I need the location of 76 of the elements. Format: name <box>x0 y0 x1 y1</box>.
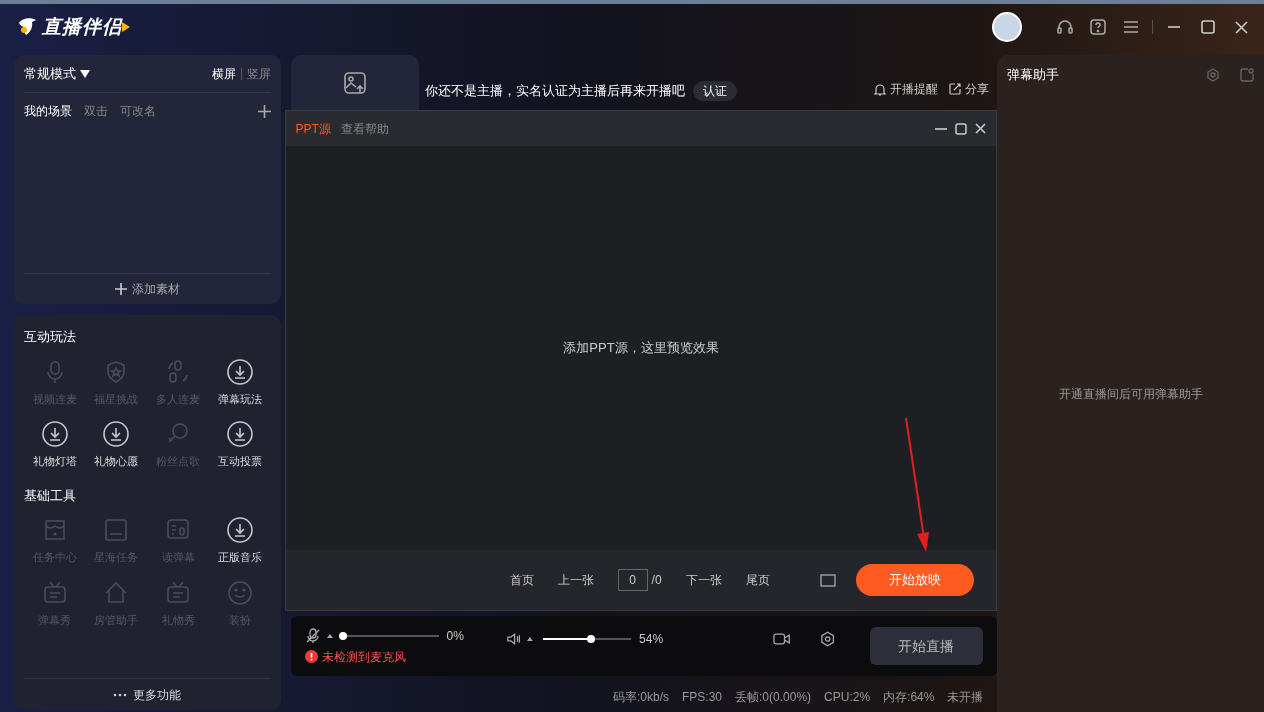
play-triangle-icon <box>122 22 130 32</box>
camera-icon[interactable] <box>820 631 836 647</box>
last-page-button[interactable]: 尾页 <box>745 571 770 589</box>
status-text: 码率:0kb/s <box>612 689 669 706</box>
status-text: 未开播 <box>947 689 984 706</box>
first-page-button[interactable]: 首页 <box>509 571 534 589</box>
dialog-tab[interactable]: 查看帮助 <box>340 119 389 138</box>
download-icon[interactable] <box>103 421 130 447</box>
share-icon[interactable] <box>948 82 963 96</box>
hint-text: 可改名 <box>120 103 156 120</box>
add-material-button[interactable]: 添加素材 <box>114 280 180 298</box>
slider-thumb[interactable] <box>586 635 595 643</box>
section-title: 互动玩法 <box>24 328 77 346</box>
caret-up-icon[interactable] <box>527 637 533 641</box>
orientation-tab[interactable]: 竖屏 <box>246 64 271 83</box>
maximize-icon[interactable] <box>955 122 968 135</box>
section-title: 基础工具 <box>24 486 77 505</box>
speaker-icon[interactable] <box>505 631 522 647</box>
maximize-icon[interactable] <box>1201 20 1215 34</box>
go-live-button[interactable]: 开始直播 <box>869 627 983 665</box>
muted-mic-icon[interactable] <box>304 627 321 644</box>
verify-button[interactable]: 认证 <box>692 81 737 101</box>
image-upload-icon[interactable] <box>342 70 367 95</box>
tool-item[interactable]: 互动投票 <box>217 453 262 470</box>
slider-thumb[interactable] <box>338 631 347 640</box>
hint-text: 双击 <box>84 103 108 120</box>
action-button[interactable]: 分享 <box>948 80 990 98</box>
prev-page-button[interactable]: 上一张 <box>557 571 594 589</box>
preview-empty-text: 添加PPT源，这里预览效果 <box>563 339 719 358</box>
download-icon[interactable] <box>226 421 253 447</box>
app-logo-text: 直播伴侣 <box>42 14 122 39</box>
warning-icon <box>304 650 318 663</box>
download-icon[interactable] <box>226 517 253 543</box>
video-camera-icon[interactable] <box>773 632 791 646</box>
avatar[interactable] <box>992 12 1022 42</box>
mic-volume-reading: 0% <box>446 627 464 645</box>
mode-dropdown[interactable]: 常规模式 <box>24 63 76 84</box>
action-button[interactable]: 开播提醒 <box>873 80 939 98</box>
download-icon[interactable] <box>41 421 68 447</box>
notice-text: 你还不是主播，实名认证为主播后再来开播吧 <box>424 81 685 100</box>
download-icon[interactable] <box>226 358 253 385</box>
headset-icon[interactable] <box>1056 18 1074 36</box>
settings-icon[interactable] <box>1206 68 1220 82</box>
add-icon[interactable] <box>257 104 271 118</box>
panel-title: 弹幕助手 <box>1007 66 1060 85</box>
more-dots-icon[interactable] <box>113 692 128 697</box>
status-text: FPS:30 <box>682 689 722 706</box>
mic-volume-slider[interactable] <box>342 634 439 637</box>
more-features-button[interactable]: 更多功能 <box>113 685 182 704</box>
tool-item[interactable]: 礼物灯塔 <box>32 453 77 470</box>
mic-warning-text: 未检测到麦克风 <box>321 648 406 666</box>
tool-item[interactable]: 礼物心愿 <box>94 453 139 470</box>
popout-icon[interactable] <box>1240 68 1254 82</box>
bell-icon[interactable] <box>873 82 888 96</box>
status-text: 丢帧:0(0.00%) <box>735 689 812 706</box>
status-text: CPU:2% <box>824 689 871 706</box>
caret-up-icon[interactable] <box>326 633 333 638</box>
next-page-button[interactable]: 下一张 <box>685 571 722 589</box>
scene-title: 我的场景 <box>24 103 72 120</box>
page-field[interactable]: 0 <box>617 569 648 591</box>
close-icon[interactable] <box>1235 20 1248 34</box>
status-text: 内存:64% <box>883 689 935 706</box>
page-total: /0 <box>651 572 662 589</box>
empty-state-text: 开通直播间后可用弹幕助手 <box>1058 385 1203 403</box>
menu-icon[interactable] <box>1124 21 1138 33</box>
speaker-volume-reading: 54% <box>639 631 664 648</box>
close-icon[interactable] <box>975 123 987 134</box>
image-upload-tile[interactable] <box>290 55 419 110</box>
tool-item[interactable]: 弹幕玩法 <box>217 390 262 407</box>
orientation-tab[interactable]: 横屏 <box>211 64 236 83</box>
plus-icon[interactable] <box>114 283 127 295</box>
fullscreen-icon[interactable] <box>819 573 836 587</box>
tool-item[interactable]: 正版音乐 <box>217 549 262 566</box>
dialog-tab[interactable]: PPT源 <box>295 119 331 138</box>
caret-icon[interactable] <box>80 69 90 78</box>
help-icon[interactable] <box>1090 19 1106 35</box>
